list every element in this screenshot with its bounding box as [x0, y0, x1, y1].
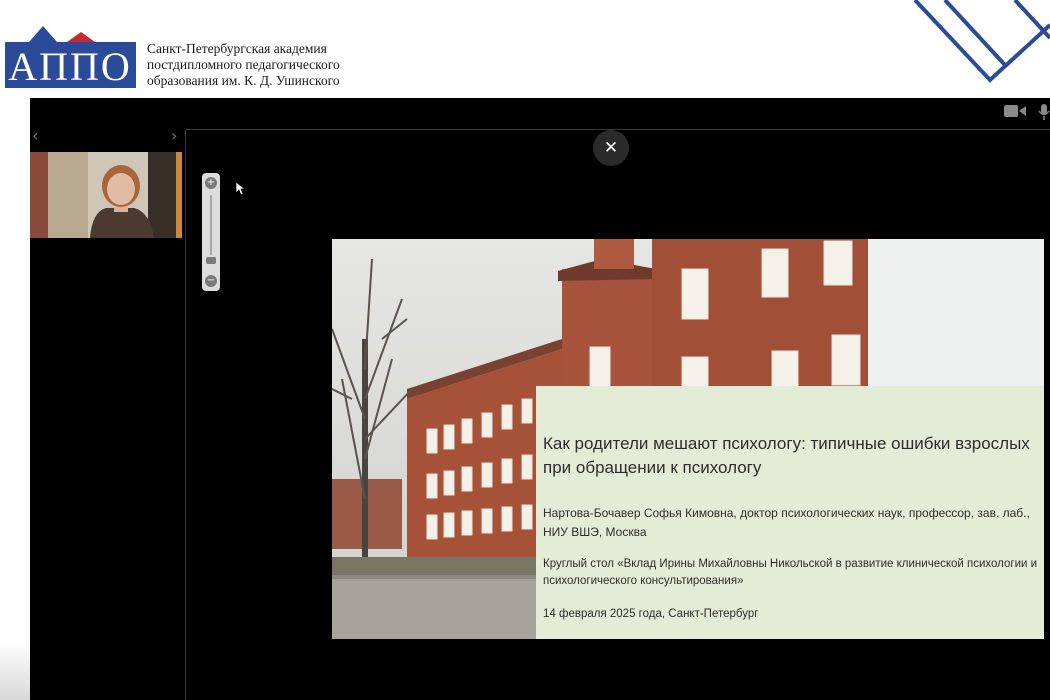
zoom-in-button[interactable]: + — [205, 177, 217, 189]
stage-controls — [1004, 104, 1050, 120]
zoom-track[interactable] — [210, 195, 212, 255]
camera-icon[interactable] — [1004, 104, 1026, 118]
slide-text-panel: Как родители мешают психологу: типичные … — [536, 386, 1044, 639]
speaker-video-thumbnail[interactable] — [30, 152, 182, 238]
logo-text: АППО — [8, 44, 132, 88]
org-line-2: постдипломного педагогического — [147, 57, 340, 72]
org-line-3: образования им. К. Д. Ушинского — [147, 73, 340, 88]
slide-event: Круглый стол «Вклад Ирины Михайловны Ник… — [543, 558, 1038, 587]
next-participant-arrow[interactable]: › — [171, 128, 177, 144]
left-edge — [0, 98, 30, 700]
organization-name: Санкт-Петербургская академия постдипломн… — [147, 41, 340, 89]
zoom-slider-handle[interactable] — [206, 257, 216, 264]
page-header: АППО Санкт-Петербургская академия постди… — [0, 0, 1050, 98]
presentation-slide: Как родители мешают психологу: типичные … — [332, 239, 1044, 639]
zoom-out-button[interactable]: − — [205, 275, 217, 287]
corner-decoration — [913, 0, 1050, 83]
microphone-icon[interactable] — [1038, 104, 1050, 120]
conference-stage: ‹ › ✕ + − Как родители мешают психологу:… — [30, 98, 1050, 700]
org-line-1: Санкт-Петербургская академия — [147, 41, 327, 56]
slide-date: 14 февраля 2025 года, Санкт-Петербург — [543, 608, 759, 620]
slide-author: Нартова-Бочавер Софья Кимовна, доктор пс… — [543, 506, 1030, 539]
presentation-viewer: ✕ + − Как родители мешают психологу: тип… — [185, 129, 1050, 700]
prev-participant-arrow[interactable]: ‹ — [32, 128, 38, 144]
slide-title: Как родители мешают психологу: типичные … — [543, 434, 1030, 477]
appo-logo: АППО — [5, 26, 136, 88]
mouse-cursor-icon — [236, 182, 246, 196]
close-viewer-button[interactable]: ✕ — [593, 130, 629, 166]
zoom-control[interactable]: + − — [202, 173, 220, 291]
